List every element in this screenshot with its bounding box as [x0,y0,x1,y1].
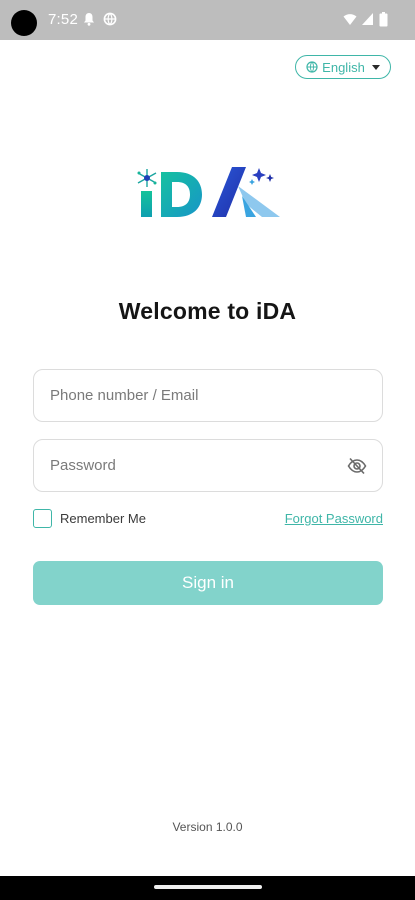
status-bar: 7:52 [0,0,415,40]
sign-in-button[interactable]: Sign in [33,561,383,605]
notification-bell-icon [84,13,94,26]
home-indicator[interactable] [154,885,262,889]
password-input[interactable] [50,457,366,474]
language-selector[interactable]: English [295,55,391,79]
language-label: English [322,59,365,75]
ida-logo [137,167,280,217]
cell-signal-icon [362,13,373,25]
password-field[interactable] [33,439,383,492]
remember-me-checkbox[interactable] [33,509,52,528]
version-text: Version 1.0.0 [172,820,243,834]
phone-email-field[interactable] [33,369,383,422]
vpn-globe-icon [103,12,117,26]
camera-cutout [11,10,37,36]
wifi-icon [343,14,357,25]
battery-icon [379,12,388,27]
chevron-down-icon [371,64,380,70]
globe-icon [306,61,318,73]
status-time: 7:52 [48,11,78,28]
remember-me-label: Remember Me [60,511,146,526]
system-nav-bar [0,876,415,900]
phone-email-input[interactable] [50,387,366,404]
eye-off-icon[interactable] [347,457,367,475]
forgot-password-link[interactable]: Forgot Password [285,511,383,526]
remember-me-row[interactable]: Remember Me [33,509,146,528]
welcome-title: Welcome to iDA [118,298,297,324]
